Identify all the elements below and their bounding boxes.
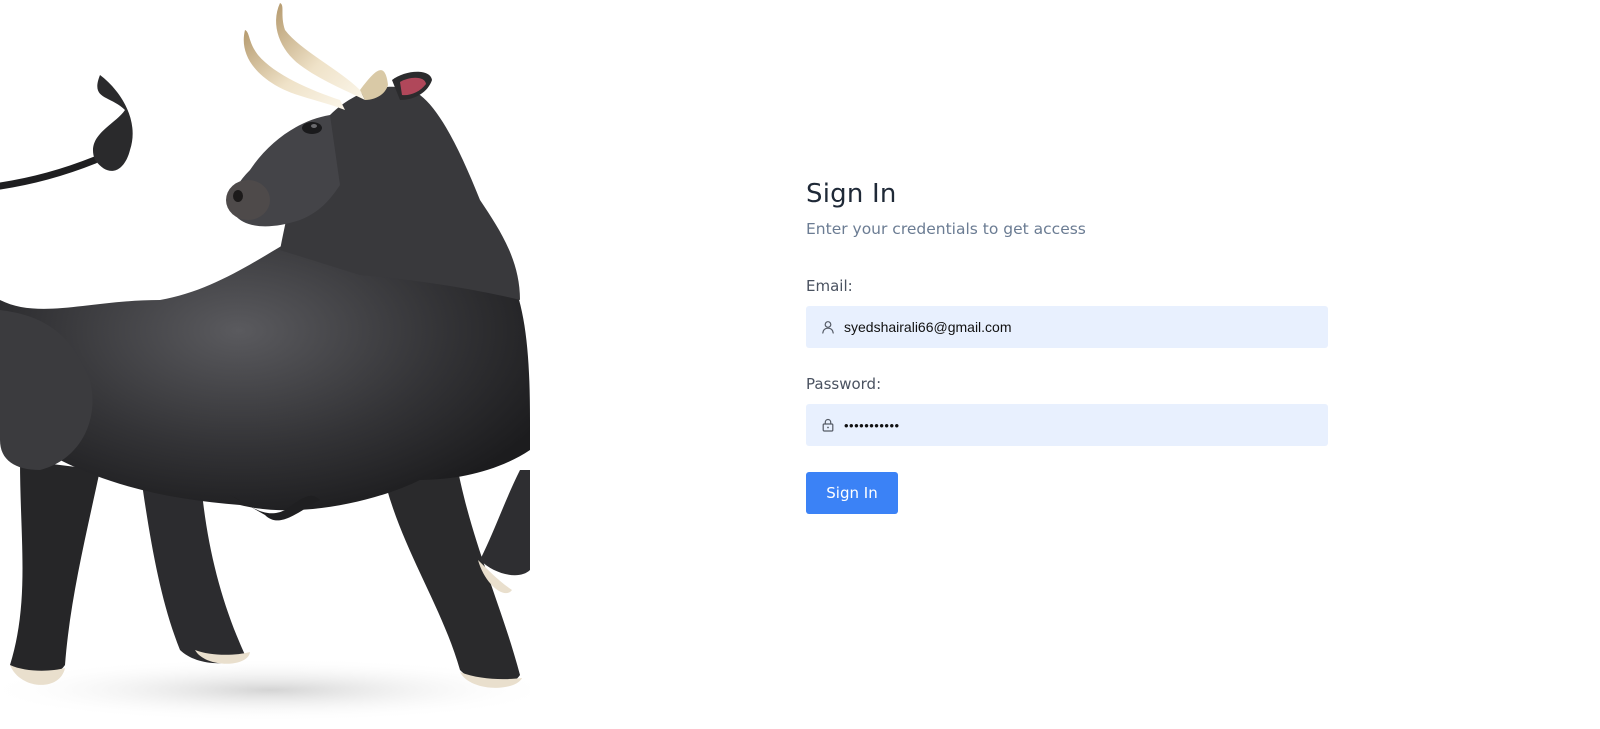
page-title: Sign In bbox=[806, 179, 897, 209]
sign-in-page: Sign In Enter your credentials to get ac… bbox=[0, 0, 1600, 729]
email-input[interactable] bbox=[844, 306, 1314, 348]
email-field[interactable] bbox=[806, 306, 1328, 348]
user-icon bbox=[820, 319, 836, 335]
lock-icon bbox=[820, 417, 836, 433]
password-label: Password: bbox=[806, 375, 882, 393]
bull-illustration bbox=[0, 0, 530, 729]
page-subtitle: Enter your credentials to get access bbox=[806, 220, 1086, 238]
password-field[interactable] bbox=[806, 404, 1328, 446]
sign-in-form: Sign In Enter your credentials to get ac… bbox=[806, 174, 1328, 514]
password-input[interactable] bbox=[844, 404, 1314, 446]
sign-in-button[interactable]: Sign In bbox=[806, 472, 898, 514]
email-label: Email: bbox=[806, 277, 853, 295]
